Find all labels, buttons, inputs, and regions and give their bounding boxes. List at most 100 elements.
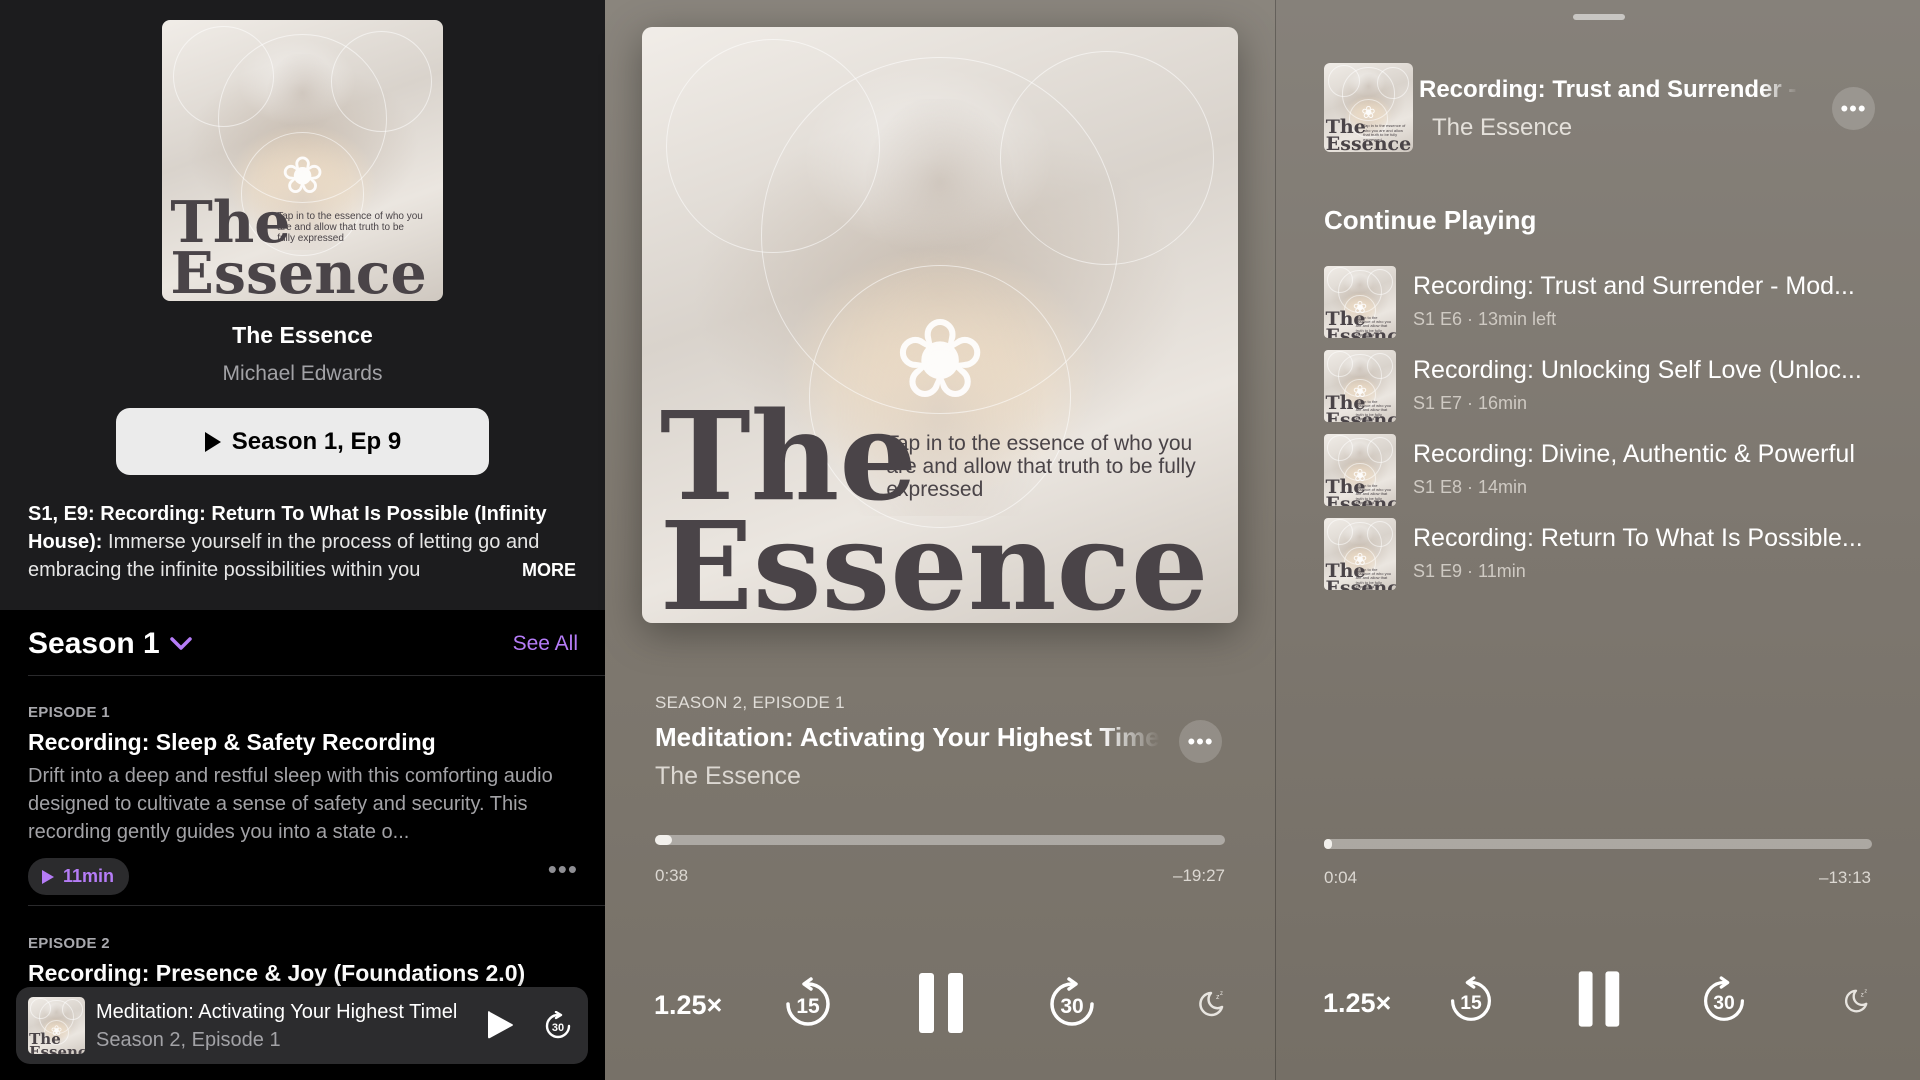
cover-sacred-geometry — [1367, 520, 1394, 547]
play-episode-button[interactable]: Season 1, Ep 9 — [116, 408, 489, 475]
cover-tagline: Tap in to the essence of who you are and… — [1355, 398, 1392, 422]
queue-item-art: ❀TheEssenceTap in to the essence of who … — [1324, 350, 1396, 422]
queue-item-title: Recording: Unlocking Self Love (Unloc... — [1413, 356, 1862, 384]
now-playing-title[interactable]: Meditation: Activating Your Highest Time… — [655, 722, 1160, 753]
svg-text:30: 30 — [1060, 995, 1083, 1018]
svg-text:z: z — [1864, 989, 1867, 995]
more-link[interactable]: MORE — [508, 560, 576, 581]
scrubber[interactable] — [1324, 839, 1872, 849]
queue-item-art: ❀TheEssenceTap in to the essence of who … — [1324, 518, 1396, 590]
svg-text:15: 15 — [1460, 993, 1482, 1014]
queue-item[interactable]: ❀TheEssenceTap in to the essence of who … — [1324, 266, 1884, 338]
show-cover-art[interactable]: ❀ The Essence Tap in to the essence of who … — [162, 20, 443, 301]
cover-sacred-geometry — [1377, 66, 1410, 99]
sleep-timer-icon[interactable]: z z — [1196, 989, 1226, 1019]
episode-summary: Drift into a deep and restful sleep with… — [28, 765, 553, 843]
skip-back-15-icon[interactable]: 15 — [1448, 976, 1494, 1024]
cover-sacred-geometry — [1326, 435, 1353, 462]
playback-speed-button[interactable]: 1.25× — [1323, 988, 1391, 1019]
show-author: Michael Edwards — [222, 362, 383, 385]
pause-icon[interactable] — [916, 971, 966, 1035]
queue-item-title: Recording: Return To What Is Possible... — [1413, 524, 1863, 552]
episode-number: EPISODE 1 — [28, 704, 110, 721]
cover-sacred-geometry — [1326, 519, 1353, 546]
cover-tagline: Tap in to the essence of who you are and… — [1355, 314, 1392, 338]
season-selector[interactable]: Season 1 See All — [28, 624, 578, 664]
cover-tagline: Tap in to the essence of who you are and… — [886, 432, 1196, 502]
svg-text:z: z — [1861, 991, 1864, 998]
svg-text:z: z — [1220, 991, 1223, 997]
sheet-grabber[interactable] — [1573, 14, 1625, 20]
pause-icon[interactable] — [1576, 969, 1622, 1029]
current-episode-show: The Essence — [1432, 114, 1573, 141]
cover-sacred-geometry — [1367, 436, 1394, 463]
sleep-timer-icon[interactable]: z z — [1842, 987, 1870, 1015]
queue-panel: ❀ The Essence Tap in to the essence of who … — [1275, 0, 1920, 1080]
elapsed-time: 0:38 — [655, 866, 689, 885]
show-title[interactable]: The Essence — [0, 322, 605, 349]
episode-description: S1, E9: Recording: Return To What Is Pos… — [28, 500, 588, 584]
episode-title[interactable]: Recording: Sleep & Safety Recording — [28, 729, 578, 756]
skip-forward-30-icon[interactable]: 30 — [543, 1011, 573, 1041]
cover-title-line: Essence — [170, 240, 427, 301]
episode-row[interactable]: EPISODE 1 Recording: Sleep & Safety Reco… — [28, 704, 578, 895]
cover-sacred-geometry — [999, 50, 1215, 266]
season-title: Season 1 — [28, 627, 160, 660]
skip-back-15-icon[interactable]: 15 — [783, 977, 833, 1029]
queue-item[interactable]: ❀TheEssenceTap in to the essence of who … — [1324, 518, 1884, 590]
now-playing-panel: ❀ The Essence Tap in to the essence of who … — [605, 0, 1275, 1080]
queue-item[interactable]: ❀TheEssenceTap in to the essence of who … — [1324, 434, 1884, 506]
cover-title-line: Essence — [29, 1043, 85, 1054]
cover-sacred-geometry — [1326, 351, 1353, 378]
current-episode-art: ❀ The Essence Tap in to the essence of who … — [1324, 63, 1413, 152]
more-options-icon[interactable]: ••• — [1179, 720, 1222, 763]
queue-item-meta: S1 E9 · 11min — [1413, 561, 1526, 581]
play-episode-label: Season 1, Ep 9 — [231, 427, 402, 455]
cover-title-line: Essence — [659, 494, 1209, 623]
queue-item-title: Recording: Trust and Surrender - Mod... — [1413, 272, 1855, 300]
svg-text:15: 15 — [796, 995, 820, 1018]
cover-sacred-geometry — [1367, 268, 1394, 295]
cover-sacred-geometry — [1326, 267, 1353, 294]
skip-forward-30-icon[interactable]: 30 — [1047, 977, 1097, 1029]
episode-title[interactable]: Recording: Presence & Joy (Foundations 2… — [28, 960, 578, 987]
show-page-panel: ❀ The Essence Tap in to the essence of who … — [0, 0, 605, 1080]
continue-playing-heading: Continue Playing — [1324, 205, 1537, 235]
see-all-link[interactable]: See All — [513, 632, 578, 656]
queue-item-art: ❀TheEssenceTap in to the essence of who … — [1324, 266, 1396, 338]
mini-player-art: ❀TheEssence — [28, 997, 85, 1054]
now-playing-episode-label: SEASON 2, EPISODE 1 — [655, 693, 845, 712]
cover-sacred-geometry — [173, 25, 275, 127]
cover-tagline: Tap in to the essence of who you are and… — [1363, 123, 1406, 142]
now-playing-show[interactable]: The Essence — [655, 762, 801, 791]
episode-play-duration-button[interactable]: 11min — [28, 858, 130, 895]
svg-text:30: 30 — [1713, 993, 1734, 1014]
play-icon — [204, 431, 221, 452]
cover-tagline: Tap in to the essence of who you are and… — [277, 211, 423, 245]
queue-item-meta: S1 E8 · 14min — [1413, 477, 1528, 497]
cover-sacred-geometry — [1367, 352, 1394, 379]
playback-speed-button[interactable]: 1.25× — [654, 990, 722, 1021]
queue-item-meta: S1 E6 · 13min left — [1413, 309, 1557, 329]
queue-item[interactable]: ❀TheEssenceTap in to the essence of who … — [1324, 350, 1884, 422]
scrubber-fill — [1324, 839, 1333, 849]
cover-sacred-geometry — [665, 38, 881, 254]
episode-number: EPISODE 2 — [28, 935, 110, 952]
more-options-icon[interactable]: ••• — [1832, 87, 1875, 130]
episode-more-icon[interactable]: ••• — [548, 854, 578, 885]
play-icon[interactable] — [486, 1009, 514, 1041]
now-playing-cover-art: ❀ The Essence Tap in to the essence of who … — [642, 27, 1238, 623]
queue-item-title: Recording: Divine, Authentic & Powerful — [1413, 440, 1855, 468]
queue-item-art: ❀TheEssenceTap in to the essence of who … — [1324, 434, 1396, 506]
scrubber[interactable] — [655, 835, 1225, 845]
mini-player-subtitle: Season 2, Episode 1 — [96, 1029, 281, 1051]
mini-player-title: Meditation: Activating Your Highest Time… — [96, 1001, 456, 1023]
divider — [28, 905, 605, 906]
cover-sacred-geometry — [30, 998, 51, 1019]
episode-row[interactable]: EPISODE 2 Recording: Presence & Joy (Fou… — [28, 935, 578, 987]
mini-player[interactable]: ❀TheEssence Meditation: Activating Your … — [16, 987, 588, 1064]
skip-forward-30-icon[interactable]: 30 — [1701, 976, 1747, 1024]
chevron-down-icon — [169, 637, 192, 650]
remaining-time: –19:27 — [1173, 866, 1225, 885]
current-episode-title: Recording: Trust and Surrender - Moderat… — [1419, 76, 1799, 103]
